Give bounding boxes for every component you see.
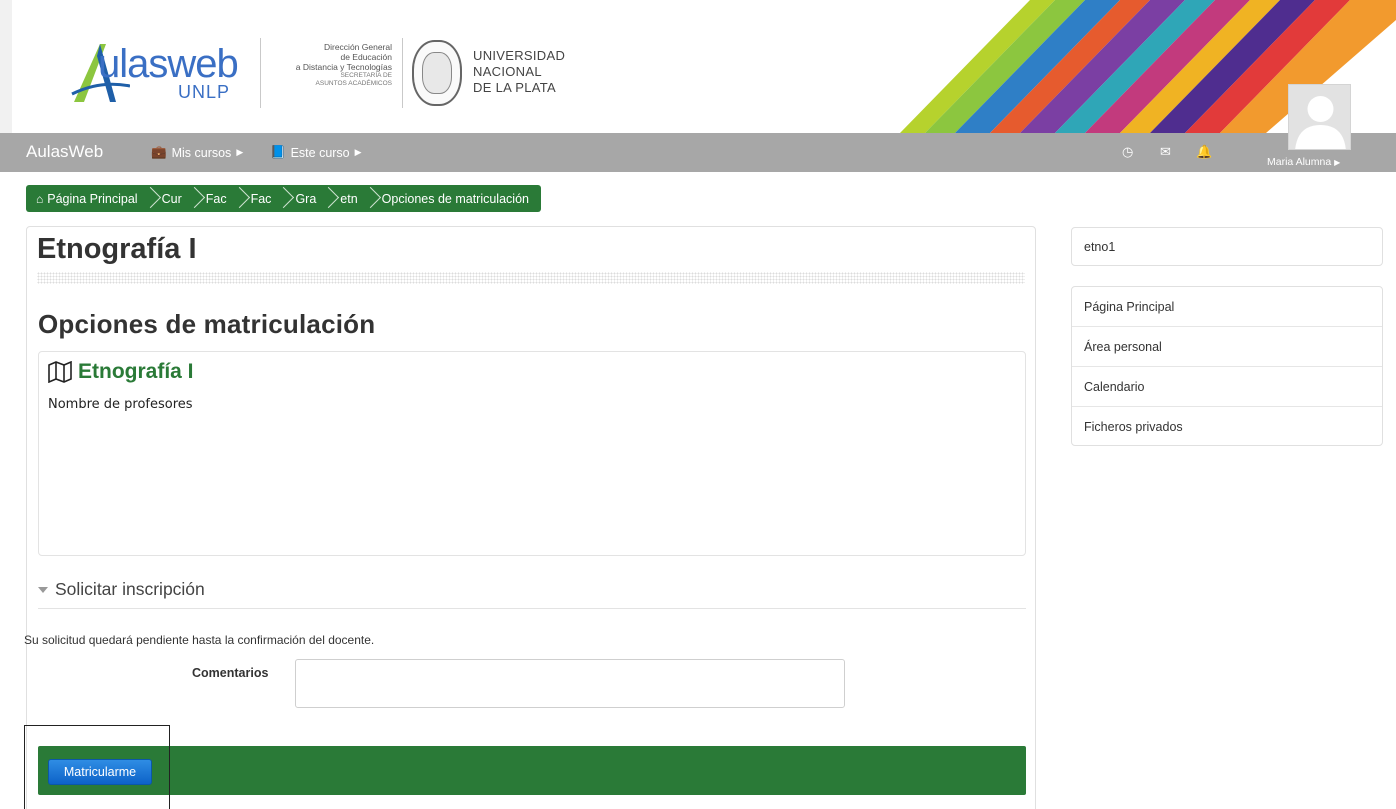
highlight-rectangle bbox=[24, 725, 170, 809]
logo-unlp: UNLP bbox=[178, 82, 231, 102]
enrol-fieldset-toggle[interactable]: Solicitar inscripción bbox=[38, 579, 205, 600]
sidebar-item-dashboard[interactable]: Área personal bbox=[1072, 327, 1382, 367]
breadcrumb-home-label: Página Principal bbox=[47, 191, 138, 206]
fieldset-divider bbox=[38, 608, 1026, 609]
user-silhouette-icon bbox=[1295, 96, 1346, 149]
book-icon: 📘 bbox=[270, 145, 286, 159]
breadcrumb-item[interactable]: Gra bbox=[295, 192, 316, 206]
course-link[interactable]: Etnografía I bbox=[47, 360, 194, 384]
title-dotted-divider bbox=[37, 272, 1025, 284]
breadcrumb-item[interactable]: etn bbox=[340, 192, 357, 206]
sidebar-item-home[interactable]: Página Principal bbox=[1072, 287, 1382, 327]
university-line-2: NACIONAL bbox=[473, 64, 542, 79]
breadcrumb-item[interactable]: Cur bbox=[162, 192, 182, 206]
header-divider bbox=[260, 38, 261, 108]
user-avatar[interactable] bbox=[1288, 84, 1351, 150]
pending-notice: Su solicitud quedará pendiente hasta la … bbox=[24, 633, 375, 647]
home-icon: ⌂ bbox=[36, 191, 44, 206]
direction-line-2: de Educación bbox=[340, 52, 392, 62]
caret-right-icon: ▶ bbox=[354, 147, 362, 157]
map-icon bbox=[48, 361, 72, 383]
breadcrumb-separator bbox=[366, 185, 376, 212]
direction-line-5: ASUNTOS ACADÉMICOS bbox=[315, 80, 392, 87]
fieldset-legend-label: Solicitar inscripción bbox=[55, 579, 205, 599]
university-line-3: DE LA PLATA bbox=[473, 80, 557, 95]
user-name-label: Maria Alumna bbox=[1267, 156, 1332, 168]
header-divider bbox=[402, 38, 403, 108]
main-content-panel: Etnografía I Opciones de matriculación E… bbox=[24, 226, 1036, 809]
briefcase-icon: 💼 bbox=[151, 145, 167, 159]
top-navbar: AulasWeb 💼 Mis cursos ▶ 📘 Este curso ▶ ◷… bbox=[0, 133, 1396, 172]
breadcrumb-separator bbox=[146, 185, 156, 212]
nav-this-course[interactable]: 📘 Este curso ▶ bbox=[270, 145, 362, 160]
breadcrumb-separator bbox=[279, 185, 289, 212]
comments-textarea[interactable] bbox=[295, 659, 845, 708]
breadcrumb-separator bbox=[235, 185, 245, 212]
direction-line-1: Dirección General bbox=[323, 42, 392, 52]
direction-line-4: SECRETARÍA DE bbox=[340, 72, 392, 79]
envelope-icon[interactable]: ✉ bbox=[1160, 144, 1171, 160]
comments-label: Comentarios bbox=[192, 666, 269, 680]
section-title: Opciones de matriculación bbox=[38, 309, 376, 339]
university-seal-icon bbox=[412, 40, 462, 106]
direction-line-3: a Distancia y Tecnologías bbox=[295, 62, 392, 72]
site-header: ulasweb UNLP Dirección General de Educac… bbox=[0, 0, 1396, 133]
course-shortname-block: etno1 bbox=[1071, 227, 1383, 266]
breadcrumb-item[interactable]: Fac bbox=[251, 192, 272, 206]
nav-this-course-label: Este curso bbox=[290, 145, 350, 160]
bell-icon[interactable]: 🔔 bbox=[1196, 144, 1212, 160]
header-left-stripe bbox=[0, 0, 12, 133]
caret-right-icon: ▶ bbox=[236, 147, 244, 157]
caret-down-icon bbox=[38, 586, 48, 593]
university-line-1: UNIVERSIDAD bbox=[473, 48, 566, 63]
navbar-brand[interactable]: AulasWeb bbox=[26, 142, 103, 162]
nav-my-courses-label: Mis cursos bbox=[171, 145, 232, 160]
form-action-bar: Matricularme bbox=[38, 746, 1026, 795]
page-title: Etnografía I bbox=[37, 233, 197, 265]
breadcrumb-current: Opciones de matriculación bbox=[381, 191, 529, 206]
breadcrumb-home[interactable]: ⌂ Página Principal bbox=[36, 192, 138, 206]
breadcrumb-item[interactable]: Fac bbox=[206, 192, 227, 206]
course-summary-box: Etnografía I Nombre de profesores bbox=[38, 351, 1026, 556]
aulasweb-logo[interactable]: ulasweb UNLP bbox=[70, 36, 260, 108]
university-name: UNIVERSIDAD NACIONAL DE LA PLATA bbox=[473, 48, 565, 96]
clock-icon[interactable]: ◷ bbox=[1122, 144, 1133, 160]
logo-wordmark: ulasweb bbox=[98, 42, 239, 86]
direction-text: Dirección General de Educación a Distanc… bbox=[268, 42, 392, 88]
sidebar-item-calendar[interactable]: Calendario bbox=[1072, 367, 1382, 407]
nav-my-courses[interactable]: 💼 Mis cursos ▶ bbox=[151, 145, 243, 160]
teachers-label: Nombre de profesores bbox=[48, 397, 193, 412]
user-menu[interactable]: Maria Alumna ▶ bbox=[1267, 156, 1340, 168]
sidebar-item-private-files[interactable]: Ficheros privados bbox=[1072, 407, 1382, 447]
course-link-label: Etnografía I bbox=[78, 360, 194, 383]
breadcrumb: ⌂ Página Principal Cur Fac Fac Gra etn O… bbox=[26, 185, 541, 212]
caret-right-icon: ▶ bbox=[1334, 158, 1341, 167]
breadcrumb-separator bbox=[190, 185, 200, 212]
course-shortname: etno1 bbox=[1084, 240, 1116, 254]
breadcrumb-separator bbox=[324, 185, 334, 212]
navigation-block: Página Principal Área personal Calendari… bbox=[1071, 286, 1383, 446]
